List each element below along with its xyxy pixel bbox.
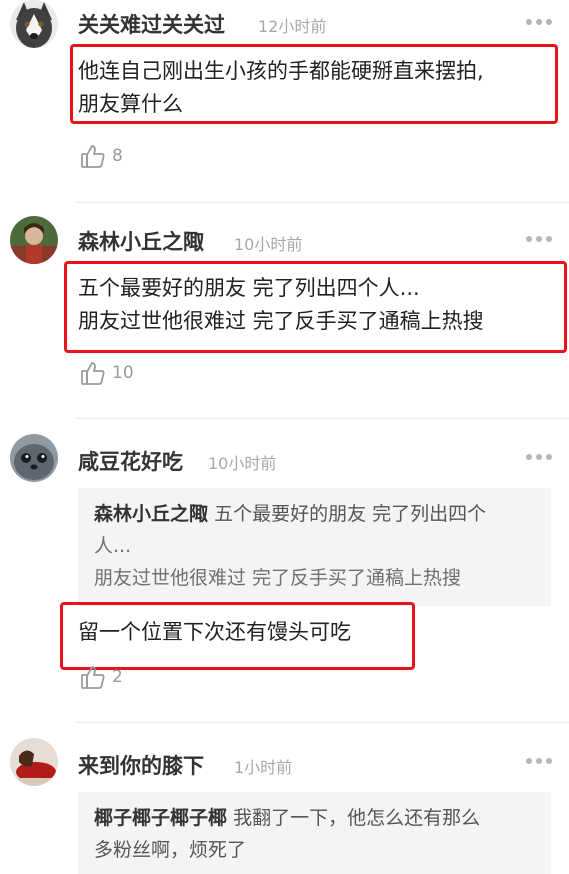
- more-dots-icon[interactable]: [526, 236, 552, 244]
- quote-username[interactable]: 椰子椰子椰子椰: [94, 807, 227, 829]
- thumbs-up-icon: [81, 362, 105, 385]
- quote-text: 我翻了一下，他怎么还有那么: [233, 807, 481, 829]
- divider: [74, 722, 569, 723]
- highlight-box: [60, 602, 415, 670]
- avatar[interactable]: [10, 216, 58, 264]
- avatar[interactable]: [10, 434, 58, 482]
- thumbs-up-icon: [81, 145, 105, 168]
- timestamp: 10小时前: [234, 235, 303, 254]
- quote-text: 人...: [94, 535, 132, 557]
- quote-line: 森林小丘之陬 五个最要好的朋友 完了列出四个: [94, 498, 535, 530]
- like-count: 2: [112, 667, 123, 687]
- quote-username[interactable]: 森林小丘之陬: [94, 503, 208, 525]
- username[interactable]: 来到你的膝下: [78, 750, 204, 780]
- timestamp: 10小时前: [208, 454, 277, 473]
- divider: [74, 202, 569, 203]
- more-dots-icon[interactable]: [526, 19, 552, 27]
- quote-line: 椰子椰子椰子椰 我翻了一下，他怎么还有那么: [94, 802, 535, 834]
- divider: [74, 418, 569, 419]
- like-count: 8: [112, 146, 123, 166]
- quote-text: 朋友过世他很难过 完了反手买了通稿上热搜: [94, 567, 462, 589]
- username[interactable]: 关关难过关关过: [78, 9, 225, 39]
- quoted-comment[interactable]: 森林小丘之陬 五个最要好的朋友 完了列出四个 人... 朋友过世他很难过 完了反…: [78, 488, 551, 606]
- avatar[interactable]: [10, 738, 58, 786]
- username[interactable]: 咸豆花好吃: [78, 446, 183, 476]
- more-dots-icon[interactable]: [526, 454, 552, 462]
- thumbs-up-icon: [81, 666, 105, 689]
- quoted-comment[interactable]: 椰子椰子椰子椰 我翻了一下，他怎么还有那么 多粉丝啊，烦死了: [78, 792, 551, 874]
- highlight-box: [70, 44, 558, 124]
- more-dots-icon[interactable]: [526, 758, 552, 766]
- quote-text: 五个最要好的朋友 完了列出四个: [214, 503, 487, 525]
- quote-text: 多粉丝啊，烦死了: [94, 839, 247, 861]
- timestamp: 1小时前: [234, 758, 293, 777]
- like-count: 10: [112, 363, 134, 383]
- highlight-box: [64, 261, 567, 353]
- username[interactable]: 森林小丘之陬: [78, 226, 204, 256]
- avatar[interactable]: [10, 0, 58, 48]
- timestamp: 12小时前: [258, 17, 327, 36]
